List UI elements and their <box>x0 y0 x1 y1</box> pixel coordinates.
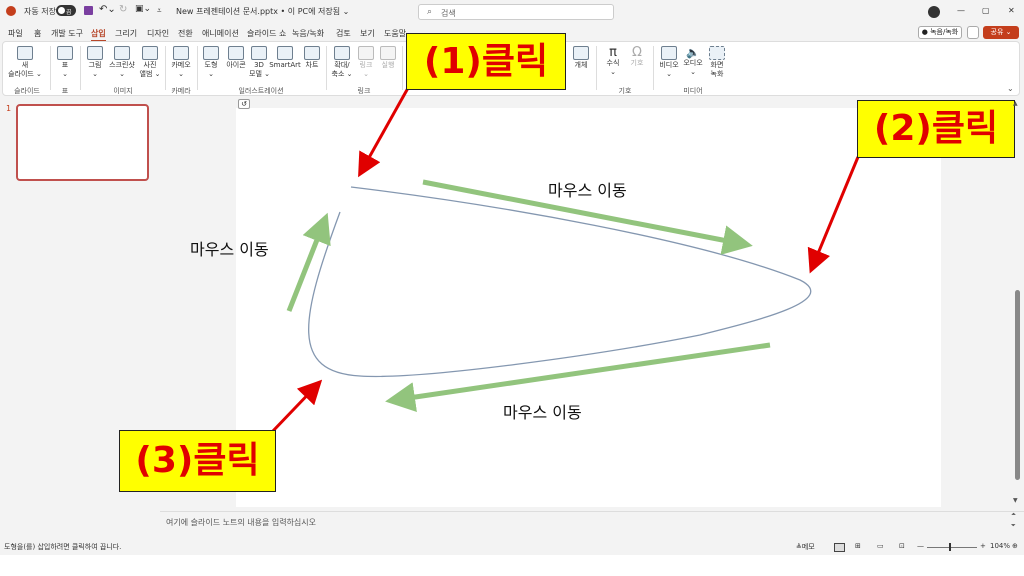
zoom-slider-thumb[interactable] <box>949 543 951 551</box>
scroll-up-icon[interactable]: ▲ <box>1013 100 1018 107</box>
slide-sorter-icon[interactable]: ⊞ <box>855 542 861 550</box>
normal-view-icon[interactable] <box>834 543 845 552</box>
fit-to-window-icon[interactable]: ⊕ <box>1012 542 1018 550</box>
zoom-in-icon[interactable]: + <box>980 542 986 550</box>
slideshow-icon[interactable]: ⊡ <box>899 542 905 550</box>
callout-step1: (1)클릭 <box>406 33 566 90</box>
reading-view-icon[interactable]: ▭ <box>877 542 884 550</box>
label-move-bottom: 마우스 이동 <box>503 403 582 422</box>
notes-toggle-button[interactable]: ≜메모 <box>796 542 815 552</box>
label-move-top: 마우스 이동 <box>548 181 627 200</box>
next-slide-icon[interactable]: ⏷ <box>1011 522 1016 530</box>
green-arrow-bottom <box>385 342 771 412</box>
callout-step2: (2)클릭 <box>857 100 1015 158</box>
page-bottom <box>0 555 1024 576</box>
divider <box>160 511 1024 512</box>
red-arrow-3 <box>270 379 323 434</box>
red-arrow-2 <box>807 156 860 274</box>
scroll-down-icon[interactable]: ▼ <box>1013 497 1018 504</box>
notes-placeholder[interactable]: 여기에 슬라이드 노트의 내용을 입력하십시오 <box>166 517 316 528</box>
zoom-level[interactable]: 104% <box>990 542 1010 550</box>
prev-slide-icon[interactable]: ⏶ <box>1011 511 1016 519</box>
green-arrow-left <box>286 212 331 312</box>
status-bar: 도형을(를) 삽입하려면 클릭하여 끕니다. ≜메모 ⊞ ▭ ⊡ — + 104… <box>0 539 1024 555</box>
label-move-left: 마우스 이동 <box>190 240 269 259</box>
callout-step3: (3)클릭 <box>119 430 276 492</box>
zoom-slider[interactable] <box>927 547 977 548</box>
status-hint: 도형을(를) 삽입하려면 클릭하여 끕니다. <box>4 543 122 551</box>
vertical-scrollbar[interactable] <box>1015 290 1020 480</box>
red-arrow-1 <box>358 87 410 178</box>
zoom-out-icon[interactable]: — <box>917 542 924 550</box>
